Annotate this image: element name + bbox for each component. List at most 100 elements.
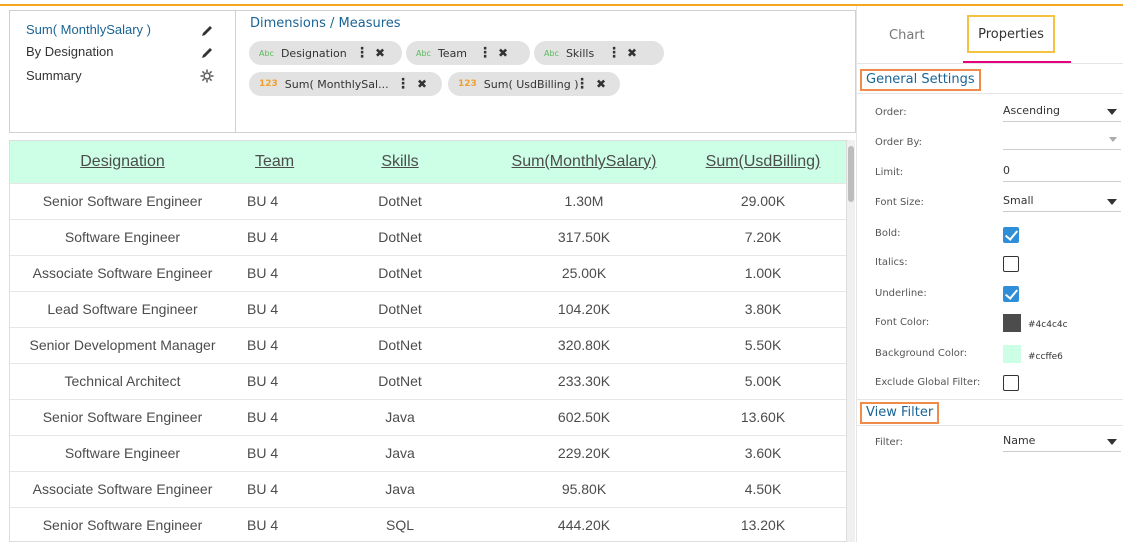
dimensions-title: Dimensions / Measures: [250, 16, 401, 31]
filter-select[interactable]: Name: [1003, 434, 1121, 452]
table-row[interactable]: Senior Software Engineer BU 4 SQL 444.20K 13…: [10, 506, 846, 541]
table-row[interactable]: Associate Software Engineer BU 4 DotNet 25.…: [10, 254, 846, 291]
config-panel: Sum( MonthlySalary ) By Designation Summ…: [9, 10, 856, 133]
font-color-value: #4c4c4c: [1028, 320, 1068, 330]
tab-properties[interactable]: Properties: [967, 15, 1055, 53]
chip-type-tag: Abc: [259, 48, 274, 58]
cell-skills: DotNet: [310, 326, 490, 363]
measure-item-monthly-salary[interactable]: Sum( MonthlySalary ): [26, 22, 151, 37]
italics-label: Italics:: [875, 257, 908, 268]
background-color-swatch[interactable]: [1003, 345, 1021, 363]
chip-sum-monthly-salary[interactable]: 123 Sum( MonthlySal... ⋮ ✖: [249, 72, 442, 96]
table-row[interactable]: Software Engineer BU 4 Java 229.20K 3.60K: [10, 434, 846, 471]
chevron-down-icon: [1107, 109, 1117, 115]
cell-skills: DotNet: [310, 218, 490, 255]
tab-chart[interactable]: Chart: [889, 28, 925, 43]
table-row[interactable]: Lead Software Engineer BU 4 DotNet 104.20K 3…: [10, 290, 846, 327]
cell-designation: Senior Software Engineer: [10, 506, 235, 541]
kebab-icon[interactable]: ⋮: [575, 76, 589, 92]
font-size-select[interactable]: Small: [1003, 194, 1121, 212]
cell-sum-monthly-salary: 320.80K: [490, 326, 678, 363]
font-color-swatch[interactable]: [1003, 314, 1021, 332]
column-header-designation[interactable]: Designation: [10, 141, 235, 183]
column-header-sum-usd-billing[interactable]: Sum(UsdBilling): [678, 141, 846, 183]
column-header-sum-monthly-salary[interactable]: Sum(MonthlySalary): [490, 141, 678, 183]
background-color-label: Background Color:: [875, 348, 968, 359]
cell-designation: Senior Development Manager: [10, 326, 235, 363]
column-header-skills[interactable]: Skills: [310, 141, 490, 183]
close-icon[interactable]: ✖: [627, 46, 637, 60]
cell-team: BU 4: [235, 326, 310, 363]
bold-label: Bold:: [875, 228, 901, 239]
pencil-icon[interactable]: [200, 46, 214, 60]
cell-skills: DotNet: [310, 254, 490, 291]
chip-label: Team: [437, 46, 468, 60]
limit-input[interactable]: 0: [1003, 164, 1121, 182]
chip-label: Sum( UsdBilling ): [483, 77, 579, 91]
kebab-icon[interactable]: ⋮: [607, 45, 621, 61]
cell-team: BU 4: [235, 254, 310, 291]
chip-label: Sum( MonthlySal...: [284, 77, 389, 91]
chip-sum-usd-billing[interactable]: 123 Sum( UsdBilling ) ⋮ ✖: [448, 72, 620, 96]
kebab-icon[interactable]: ⋮: [478, 45, 492, 61]
cell-team: BU 4: [235, 506, 310, 541]
measure-item-by-designation[interactable]: By Designation: [26, 44, 113, 59]
cell-team: BU 4: [235, 434, 310, 471]
filter-label: Filter:: [875, 437, 903, 448]
table-row[interactable]: Software Engineer BU 4 DotNet 317.50K 7.20K: [10, 218, 846, 255]
panel-tabs: Chart Properties: [857, 6, 1123, 64]
cell-designation: Senior Software Engineer: [10, 182, 235, 219]
measure-item-summary[interactable]: Summary: [26, 68, 82, 83]
scrollbar-thumb[interactable]: [848, 146, 854, 202]
cell-sum-monthly-salary: 602.50K: [490, 398, 678, 435]
table-scrollbar[interactable]: [847, 140, 855, 542]
cell-designation: Associate Software Engineer: [10, 470, 235, 507]
exclude-global-filter-checkbox[interactable]: [1003, 375, 1019, 391]
cell-sum-monthly-salary: 233.30K: [490, 362, 678, 399]
background-color-value: #ccffe6: [1028, 352, 1063, 362]
close-icon[interactable]: ✖: [375, 46, 385, 60]
properties-panel: Chart Properties General Settings Order:…: [856, 6, 1123, 542]
table-row[interactable]: Technical Architect BU 4 DotNet 233.30K 5.00…: [10, 362, 846, 399]
chevron-down-icon: [1109, 137, 1117, 142]
chip-skills[interactable]: Abc Skills ⋮ ✖: [534, 41, 664, 65]
cell-sum-usd-billing: 29.00K: [678, 182, 846, 219]
kebab-icon[interactable]: ⋮: [396, 76, 410, 92]
chevron-down-icon: [1107, 199, 1117, 205]
cell-team: BU 4: [235, 398, 310, 435]
cell-sum-usd-billing: 1.00K: [678, 254, 846, 291]
chip-team[interactable]: Abc Team ⋮ ✖: [406, 41, 530, 65]
dimensions-area: Dimensions / Measures Abc Designation ⋮ …: [237, 11, 855, 132]
cell-skills: Java: [310, 398, 490, 435]
underline-checkbox[interactable]: [1003, 286, 1019, 302]
column-header-team[interactable]: Team: [235, 141, 310, 183]
close-icon[interactable]: ✖: [417, 77, 427, 91]
cell-designation: Associate Software Engineer: [10, 254, 235, 291]
order-select[interactable]: Ascending: [1003, 104, 1121, 122]
kebab-icon[interactable]: ⋮: [355, 45, 369, 61]
table-row[interactable]: Associate Software Engineer BU 4 Java 95.80…: [10, 470, 846, 507]
gear-icon[interactable]: [200, 69, 214, 83]
close-icon[interactable]: ✖: [596, 77, 606, 91]
chip-label: Skills: [565, 46, 595, 60]
cell-sum-monthly-salary: 1.30M: [490, 182, 678, 219]
order-by-select[interactable]: [1003, 132, 1121, 150]
cell-team: BU 4: [235, 290, 310, 327]
table-row[interactable]: Senior Software Engineer BU 4 DotNet 1.30M 2…: [10, 182, 846, 219]
cell-skills: Java: [310, 434, 490, 471]
chip-label: Designation: [280, 46, 347, 60]
cell-sum-monthly-salary: 95.80K: [490, 470, 678, 507]
italics-checkbox[interactable]: [1003, 256, 1019, 272]
pencil-icon[interactable]: [200, 24, 214, 38]
chip-designation[interactable]: Abc Designation ⋮ ✖: [249, 41, 402, 65]
bold-checkbox[interactable]: [1003, 227, 1019, 243]
close-icon[interactable]: ✖: [498, 46, 508, 60]
table-row[interactable]: Senior Software Engineer BU 4 Java 602.50K 1…: [10, 398, 846, 435]
cell-team: BU 4: [235, 470, 310, 507]
table-row[interactable]: Senior Development Manager BU 4 DotNet 320.…: [10, 326, 846, 363]
cell-sum-usd-billing: 13.60K: [678, 398, 846, 435]
order-label: Order:: [875, 107, 907, 118]
cell-designation: Software Engineer: [10, 218, 235, 255]
cell-sum-monthly-salary: 444.20K: [490, 506, 678, 541]
divider: [857, 399, 1123, 400]
